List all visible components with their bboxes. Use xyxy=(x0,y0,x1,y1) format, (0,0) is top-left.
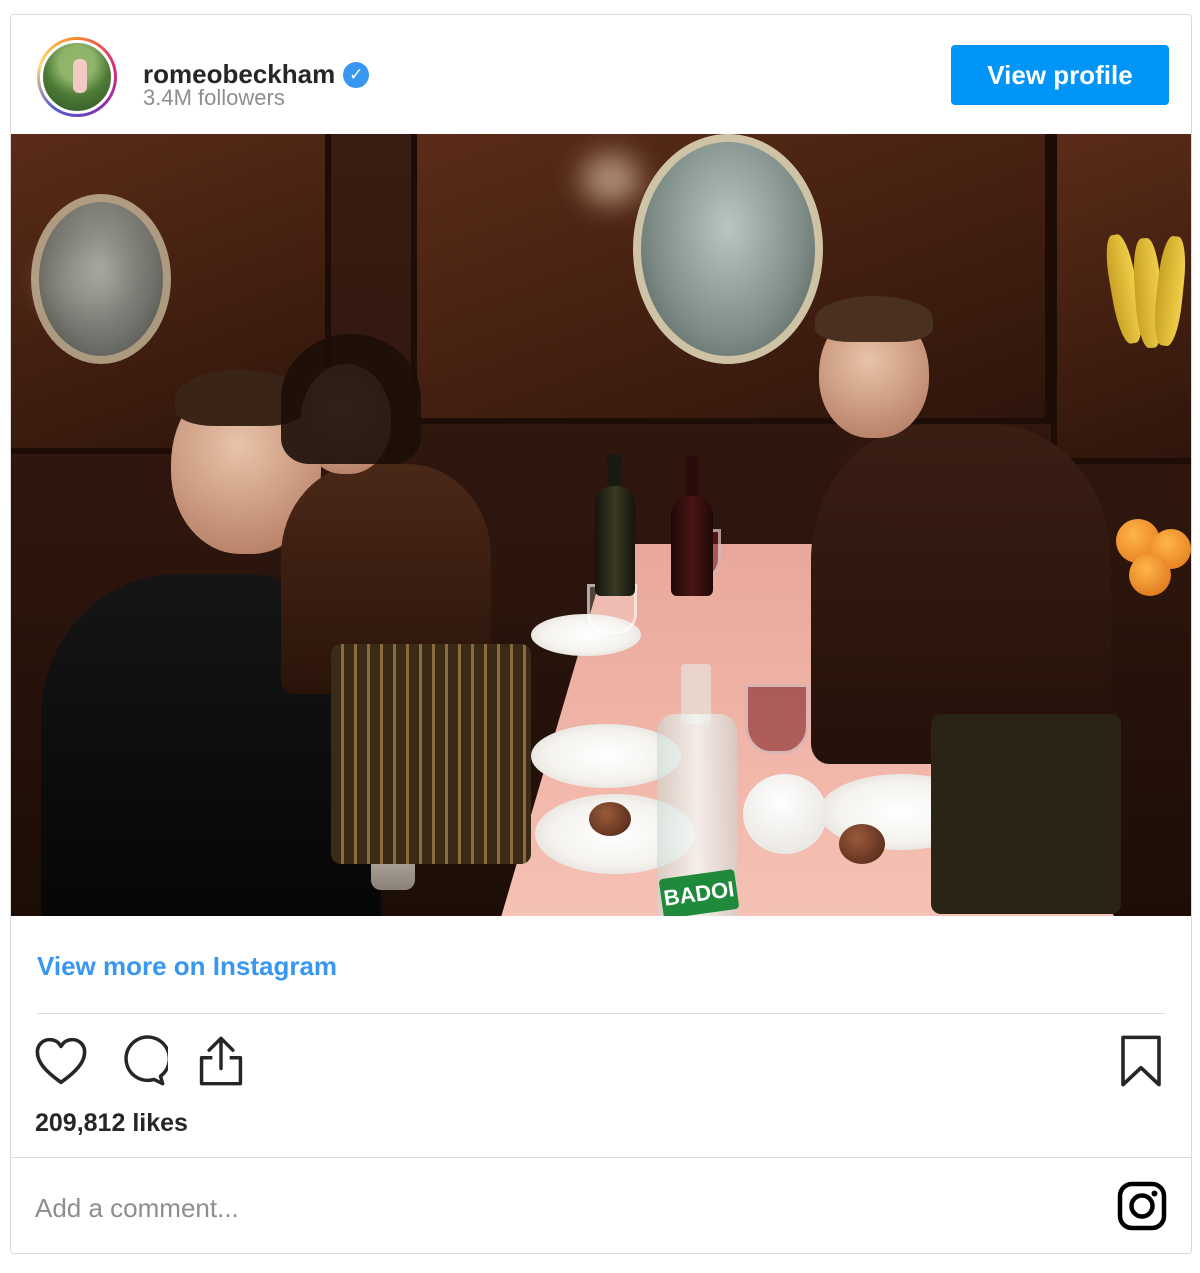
post-photo[interactable]: BADOI xyxy=(11,134,1191,916)
followers-count: 3.4M followers xyxy=(143,85,285,110)
instagram-logo-icon[interactable] xyxy=(1117,1181,1167,1231)
bookmark-icon[interactable] xyxy=(1113,1033,1169,1089)
comment-icon[interactable] xyxy=(113,1033,169,1089)
orange xyxy=(1129,554,1171,596)
action-bar xyxy=(33,1033,249,1089)
round-mirror xyxy=(31,194,171,364)
avatar-image xyxy=(40,40,114,114)
heart-icon[interactable] xyxy=(33,1033,89,1089)
avatar[interactable] xyxy=(37,37,117,117)
divider xyxy=(37,1013,1165,1014)
trousers xyxy=(931,714,1121,914)
hair xyxy=(281,334,421,464)
wine-bottle xyxy=(595,486,635,596)
share-icon[interactable] xyxy=(193,1033,249,1089)
likes-count[interactable]: 209,812 likes xyxy=(35,1109,188,1138)
wine-bottle xyxy=(671,496,713,596)
divider xyxy=(11,1157,1191,1158)
hair xyxy=(815,296,933,342)
oval-mirror xyxy=(633,134,823,364)
meringue xyxy=(743,774,827,854)
dessert xyxy=(589,802,631,836)
dessert xyxy=(839,824,885,864)
comment-input[interactable] xyxy=(35,1187,1095,1229)
instagram-embed-card: romeobeckham ✓ 3.4M followers View profi… xyxy=(10,14,1192,1254)
dark-shirt xyxy=(811,424,1111,764)
view-more-link[interactable]: View more on Instagram xyxy=(37,951,337,982)
post-header: romeobeckham ✓ 3.4M followers View profi… xyxy=(11,15,1191,133)
light-reflection xyxy=(581,154,641,204)
verified-badge-icon: ✓ xyxy=(343,61,370,88)
wine-glass xyxy=(745,684,809,754)
plaid-trousers xyxy=(331,644,531,864)
view-profile-button[interactable]: View profile xyxy=(951,45,1169,105)
